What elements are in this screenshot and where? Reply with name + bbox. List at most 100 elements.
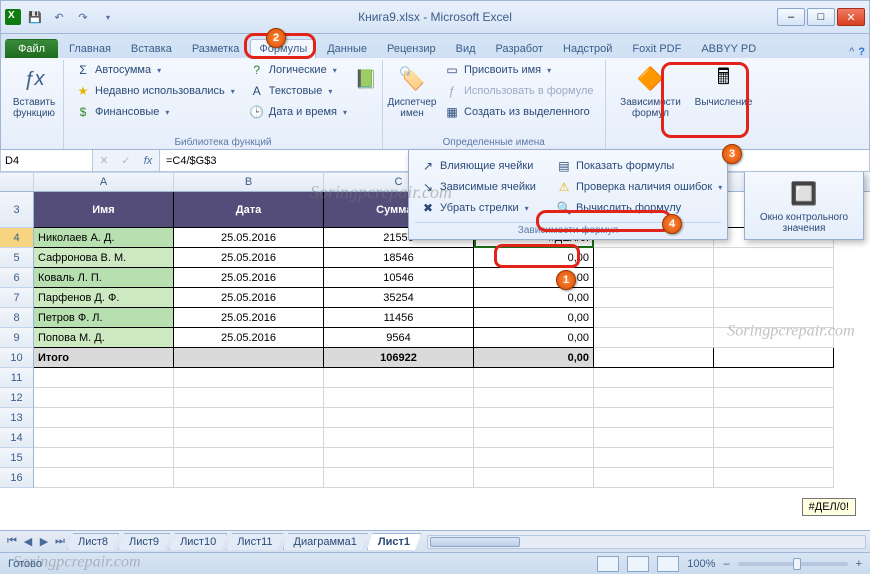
cell[interactable] — [714, 248, 834, 268]
sheet-tab-active[interactable]: Лист1 — [367, 533, 421, 550]
cell-sum[interactable]: 35254 — [324, 288, 474, 308]
save-button[interactable]: 💾 — [25, 7, 45, 27]
cell[interactable] — [34, 448, 174, 468]
logical-button[interactable]: ?Логические — [244, 60, 352, 80]
cell-name[interactable]: Парфенов Д. Ф. — [34, 288, 174, 308]
cell[interactable] — [714, 388, 834, 408]
cell-name[interactable]: Коваль Л. П. — [34, 268, 174, 288]
datetime-button[interactable]: 🕒Дата и время — [244, 102, 352, 122]
row-header-16[interactable]: 16 — [0, 468, 34, 488]
redo-button[interactable]: ↷ — [73, 7, 93, 27]
row-header-4[interactable]: 4 — [0, 228, 34, 248]
zoom-thumb[interactable] — [793, 558, 801, 570]
cell-d[interactable]: 0,00 — [474, 268, 594, 288]
use-in-formula-button[interactable]: ƒИспользовать в формуле — [439, 81, 599, 101]
zoom-out-button[interactable]: – — [723, 558, 729, 570]
cell[interactable] — [714, 328, 834, 348]
row-header-6[interactable]: 6 — [0, 268, 34, 288]
row-header-14[interactable]: 14 — [0, 428, 34, 448]
cell[interactable] — [594, 468, 714, 488]
cell[interactable] — [324, 448, 474, 468]
remove-arrows-button[interactable]: ✖Убрать стрелки — [415, 198, 541, 218]
cell[interactable] — [174, 428, 324, 448]
cell[interactable] — [594, 328, 714, 348]
sheet-tab[interactable]: Диаграмма1 — [283, 533, 368, 550]
zoom-slider[interactable] — [738, 562, 848, 566]
view-normal-button[interactable] — [597, 556, 619, 572]
row-header-13[interactable]: 13 — [0, 408, 34, 428]
tab-foxit[interactable]: Foxit PDF — [623, 39, 690, 58]
cell[interactable] — [714, 308, 834, 328]
zoom-level[interactable]: 100% — [687, 558, 715, 570]
col-header-b[interactable]: B — [174, 172, 324, 191]
cell-date[interactable]: 25.05.2016 — [174, 288, 324, 308]
cell[interactable] — [714, 348, 834, 368]
tab-addins[interactable]: Надстрой — [554, 39, 621, 58]
view-pagebreak-button[interactable] — [657, 556, 679, 572]
sheet-tab[interactable]: Лист8 — [67, 533, 119, 550]
col-header-a[interactable]: A — [34, 172, 174, 191]
cell-date[interactable]: 25.05.2016 — [174, 328, 324, 348]
row-header-7[interactable]: 7 — [0, 288, 34, 308]
cell[interactable] — [594, 268, 714, 288]
tab-nav-first[interactable]: ⏮ — [4, 534, 20, 550]
cell[interactable] — [474, 408, 594, 428]
cell-date[interactable]: 25.05.2016 — [174, 228, 324, 248]
cancel-formula-icon[interactable]: ✕ — [93, 150, 115, 172]
cell[interactable] — [174, 368, 324, 388]
cell[interactable] — [324, 388, 474, 408]
cell[interactable] — [714, 408, 834, 428]
trace-precedents-button[interactable]: ↗Влияющие ячейки — [415, 156, 541, 176]
select-all-corner[interactable] — [0, 172, 34, 191]
cell[interactable] — [324, 368, 474, 388]
cell[interactable] — [594, 288, 714, 308]
cell-sum[interactable]: 18546 — [324, 248, 474, 268]
maximize-button[interactable]: □ — [807, 8, 835, 26]
minimize-button[interactable]: – — [777, 8, 805, 26]
cell[interactable] — [324, 468, 474, 488]
cell[interactable] — [714, 268, 834, 288]
financial-button[interactable]: $Финансовые — [70, 102, 240, 122]
cell[interactable] — [474, 388, 594, 408]
cell[interactable] — [714, 288, 834, 308]
text-button[interactable]: AТекстовые — [244, 81, 352, 101]
cell[interactable] — [34, 428, 174, 448]
row-header-5[interactable]: 5 — [0, 248, 34, 268]
cell-date[interactable]: 25.05.2016 — [174, 248, 324, 268]
sheet-tab[interactable]: Лист11 — [226, 533, 283, 550]
cell-sum[interactable]: 9564 — [324, 328, 474, 348]
cell-name[interactable]: Петров Ф. Л. — [34, 308, 174, 328]
cell[interactable] — [174, 468, 324, 488]
cell[interactable] — [594, 428, 714, 448]
row-header-12[interactable]: 12 — [0, 388, 34, 408]
show-formulas-button[interactable]: ▤Показать формулы — [551, 156, 727, 176]
tab-insert[interactable]: Вставка — [122, 39, 181, 58]
tab-nav-prev[interactable]: ◀ — [20, 534, 36, 550]
error-checking-button[interactable]: ⚠Проверка наличия ошибок — [551, 177, 727, 197]
cell[interactable] — [714, 368, 834, 388]
cell[interactable] — [594, 368, 714, 388]
enter-formula-icon[interactable]: ✓ — [115, 150, 137, 172]
cell-sum[interactable]: 10546 — [324, 268, 474, 288]
sheet-tab[interactable]: Лист9 — [118, 533, 170, 550]
insert-function-button[interactable]: ƒx Вставить функцию — [11, 60, 57, 122]
watch-window-button[interactable]: 🔲 Окно контрольного значения — [749, 175, 859, 237]
more-functions-button[interactable]: 📗 — [356, 60, 376, 98]
name-box[interactable]: D4 — [1, 150, 93, 171]
scroll-thumb[interactable] — [430, 537, 520, 547]
cell-date[interactable]: 25.05.2016 — [174, 268, 324, 288]
cell-name[interactable]: Николаев А. Д. — [34, 228, 174, 248]
cell-name[interactable]: Сафронова В. М. — [34, 248, 174, 268]
total-label[interactable]: Итого — [34, 348, 174, 368]
tab-abbyy[interactable]: ABBYY PD — [692, 39, 765, 58]
create-from-selection-button[interactable]: ▦Создать из выделенного — [439, 102, 599, 122]
tab-file[interactable]: Файл — [5, 39, 58, 58]
close-button[interactable]: ✕ — [837, 8, 865, 26]
calculation-button[interactable]: 🖩 Вычисление — [694, 60, 754, 111]
cell[interactable] — [594, 448, 714, 468]
tab-developer[interactable]: Разработ — [487, 39, 552, 58]
cell[interactable] — [174, 448, 324, 468]
row-header-15[interactable]: 15 — [0, 448, 34, 468]
define-name-button[interactable]: ▭Присвоить имя — [439, 60, 599, 80]
cell-sum[interactable]: 11456 — [324, 308, 474, 328]
